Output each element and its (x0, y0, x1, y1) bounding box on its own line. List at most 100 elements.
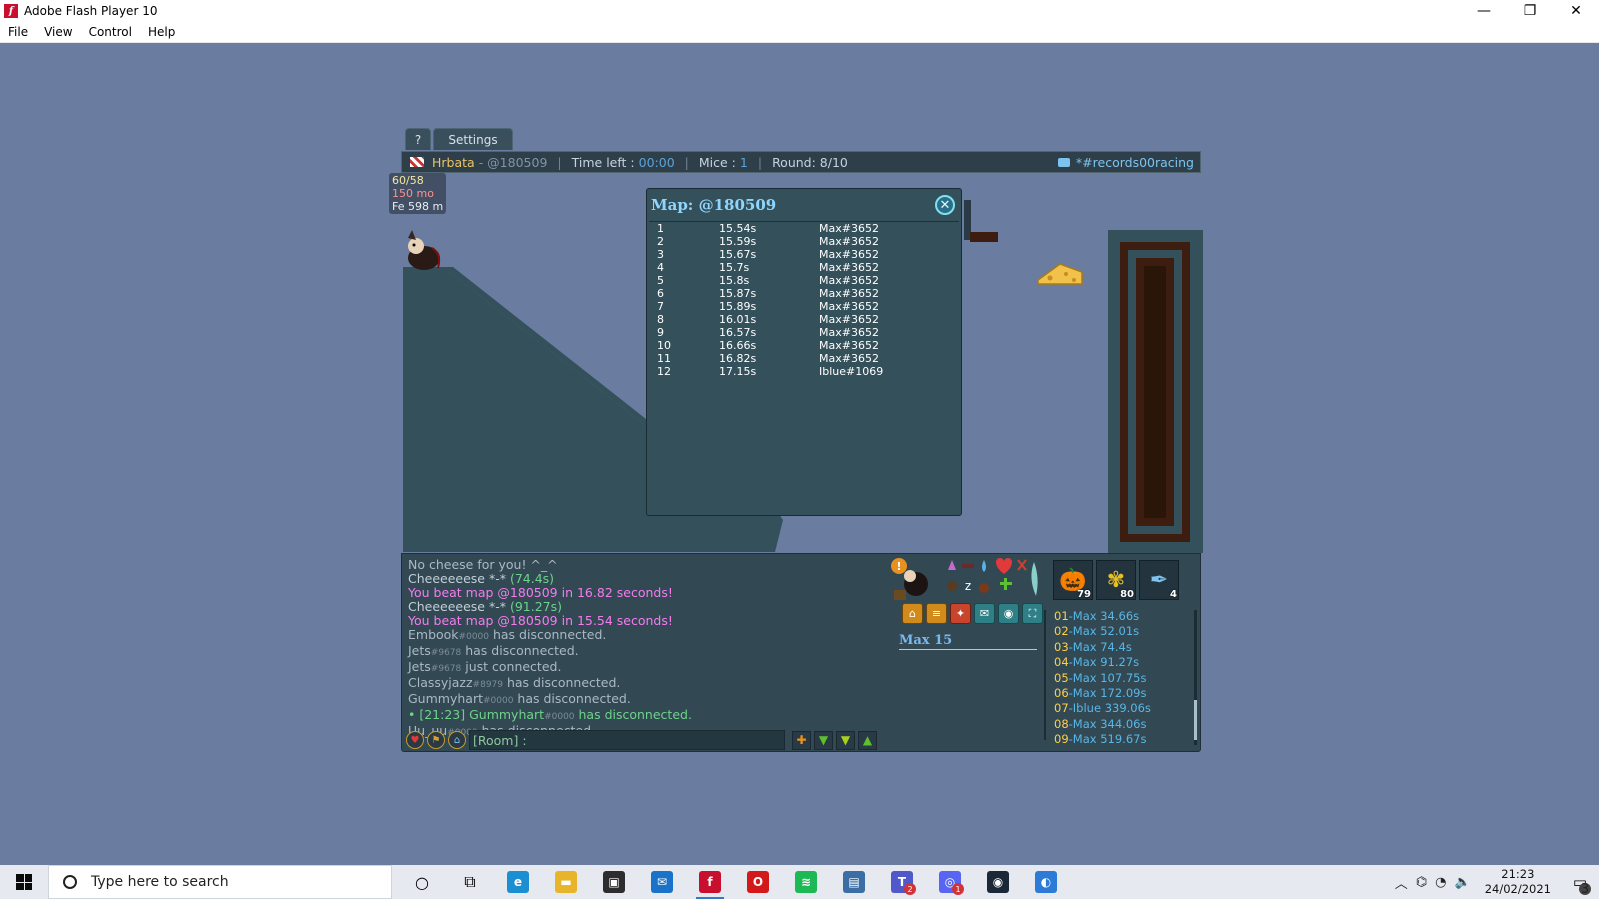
menu-list-icon[interactable]: ≡ (926, 603, 947, 624)
record-player: Max#3652 (819, 248, 879, 261)
tribe-icon[interactable]: ⚑ (427, 731, 445, 749)
hud-player-name[interactable]: Hrbata (432, 155, 475, 170)
record-time: 15.67s (719, 248, 757, 261)
svg-text:z: z (965, 579, 971, 593)
scoreboard-row[interactable]: 02-Max 52.01s (1054, 624, 1151, 639)
shop-icon[interactable]: ✦ (950, 603, 971, 624)
fullscreen-icon[interactable]: ⛶ (1022, 603, 1043, 624)
scoreboard-row[interactable]: 08-Max 344.06s (1054, 717, 1151, 732)
taskbar-edge[interactable]: e (494, 865, 542, 899)
hud-room[interactable]: *#records00racing (1057, 155, 1194, 170)
close-button[interactable]: ✕ (1553, 0, 1599, 22)
minimize-button[interactable]: — (1461, 0, 1507, 22)
record-row: 3 15.67s Max#3652 (649, 248, 959, 261)
transformice-icon: ◐ (1035, 871, 1057, 893)
butterfly-icon[interactable]: ✾ 80 (1096, 560, 1136, 600)
house-icon[interactable]: ⌂ (902, 603, 923, 624)
taskbar-store[interactable]: ▣ (590, 865, 638, 899)
record-player: Max#3652 (819, 261, 879, 274)
feather-icon[interactable]: ✒ 4 (1139, 560, 1179, 600)
record-player: Max#3652 (819, 300, 879, 313)
menu-file[interactable]: File (0, 25, 36, 39)
taskbar-discord[interactable]: ◎ 1 (926, 865, 974, 899)
clock[interactable]: 21:23 24/02/2021 (1485, 867, 1551, 897)
chat-line: Jets#9678 just connected. (408, 660, 878, 676)
menu-view[interactable]: View (36, 25, 80, 39)
wifi-icon[interactable]: ◔ (1435, 875, 1446, 890)
scoreboard-scrollbar[interactable] (1194, 610, 1197, 745)
up-arrow-icon[interactable]: ▲ (858, 730, 877, 750)
taskbar-transformice[interactable]: ◐ (1022, 865, 1070, 899)
record-player: Max#3652 (819, 326, 879, 339)
mail-icon: ✉ (651, 871, 673, 893)
item-count: 4 (1170, 589, 1177, 600)
game-hud: Hrbata - @180509 | Time left : 00:00 | M… (401, 151, 1201, 173)
record-row: 12 17.15s Iblue#1069 (649, 365, 959, 378)
pumpkin-icon[interactable]: 🎃 79 (1053, 560, 1093, 600)
record-player: Max#3652 (819, 287, 879, 300)
taskbar-timeline[interactable]: ⧉ (446, 865, 494, 899)
chat-text: You beat map @180509 in 16.82 seconds! (408, 585, 673, 600)
taskbar-spotify[interactable]: ≋ (782, 865, 830, 899)
down-arrow-icon[interactable]: ▼ (814, 730, 833, 750)
record-time: 15.7s (719, 261, 750, 274)
scoreboard-row[interactable]: 07-Iblue 339.06s (1054, 701, 1151, 716)
record-rank: 4 (657, 261, 664, 274)
taskbar-opera[interactable]: O (734, 865, 782, 899)
down-arrow-icon[interactable]: ▼ (836, 730, 855, 750)
scoreboard-rank: 01 (1054, 609, 1069, 623)
record-row: 4 15.7s Max#3652 (649, 261, 959, 274)
taskbar-file-explorer[interactable]: ▬ (542, 865, 590, 899)
heart-icon[interactable]: ♥ (406, 731, 424, 749)
chat-name: • [21:23] Gummyhart (408, 707, 545, 722)
scoreboard-row[interactable]: 01-Max 34.66s (1054, 609, 1151, 624)
hud-round: Round: 8/10 (772, 154, 848, 170)
scoreboard-rank: 04 (1054, 655, 1069, 670)
tab-settings[interactable]: Settings (433, 128, 513, 150)
scoreboard-row[interactable]: 03-Max 74.4s (1054, 640, 1151, 655)
scoreboard-entry: -Max 519.67s (1068, 732, 1147, 747)
chat-tag: #9678 (430, 648, 462, 658)
map-records-popup: Map: @180509 ✕ 1 15.54s Max#3652 2 15.59s Max… (646, 188, 962, 516)
scoreboard-row[interactable]: 09-Max 519.67s (1054, 732, 1151, 747)
current-player-name[interactable]: Max 15 (899, 633, 952, 648)
record-row: 9 16.57s Max#3652 (649, 326, 959, 339)
chat-tag: #0000 (458, 632, 489, 642)
scoreboard-row[interactable]: 05-Max 107.75s (1054, 671, 1151, 686)
taskbar-task-view[interactable]: ○ (398, 865, 446, 899)
menu-help[interactable]: Help (140, 25, 183, 39)
taskbar-teams[interactable]: T2 (878, 865, 926, 899)
chat-line: You beat map @180509 in 16.82 seconds! (408, 586, 878, 600)
plus-icon[interactable]: ✚ (792, 730, 811, 750)
channel-icon[interactable]: ⌂ (448, 731, 466, 749)
chat-line: You beat map @180509 in 15.54 seconds! (408, 614, 878, 628)
taskbar-search[interactable]: Type here to search (48, 865, 392, 899)
chevron-up-icon[interactable]: ︿ (1395, 873, 1408, 892)
popup-close-button[interactable]: ✕ (935, 195, 955, 215)
chat-bubble-icon[interactable]: ✉ (974, 603, 995, 624)
taskbar-mail[interactable]: ✉ (638, 865, 686, 899)
scoreboard-row[interactable]: 06-Max 172.09s (1054, 686, 1151, 701)
taskbar-flash[interactable]: f (686, 865, 734, 899)
discord-icon[interactable]: ◉ (998, 603, 1019, 624)
taskbar-steam[interactable]: ◉ (974, 865, 1022, 899)
restore-button[interactable]: ❐ (1507, 0, 1553, 22)
volume-icon[interactable]: 🔈 (1455, 875, 1471, 890)
chat-text: has disconnected. (489, 627, 607, 642)
start-button[interactable] (0, 865, 48, 899)
record-rank: 3 (657, 248, 664, 261)
menu-control[interactable]: Control (81, 25, 140, 39)
hud-map-code: - @180509 (478, 154, 548, 170)
inventory-items[interactable]: ! z (890, 556, 1040, 604)
taskbar-app-window[interactable]: ▤ (830, 865, 878, 899)
cheese-icon (1037, 263, 1083, 285)
system-tray: ︿ ⌬ ◔ 🔈 21:23 24/02/2021 ▭ 3 (1391, 865, 1599, 899)
chat-input[interactable]: [Room] : (469, 730, 785, 750)
tab-help[interactable]: ? (405, 128, 431, 150)
notification-icon[interactable]: ▭ 3 (1561, 865, 1599, 899)
record-rank: 5 (657, 274, 664, 287)
network-icon[interactable]: ⌬ (1416, 875, 1427, 890)
chat-line: Jets#9678 has disconnected. (408, 644, 878, 660)
scoreboard-row[interactable]: 04-Max 91.27s (1054, 655, 1151, 670)
flash-player-icon: f (4, 4, 18, 18)
